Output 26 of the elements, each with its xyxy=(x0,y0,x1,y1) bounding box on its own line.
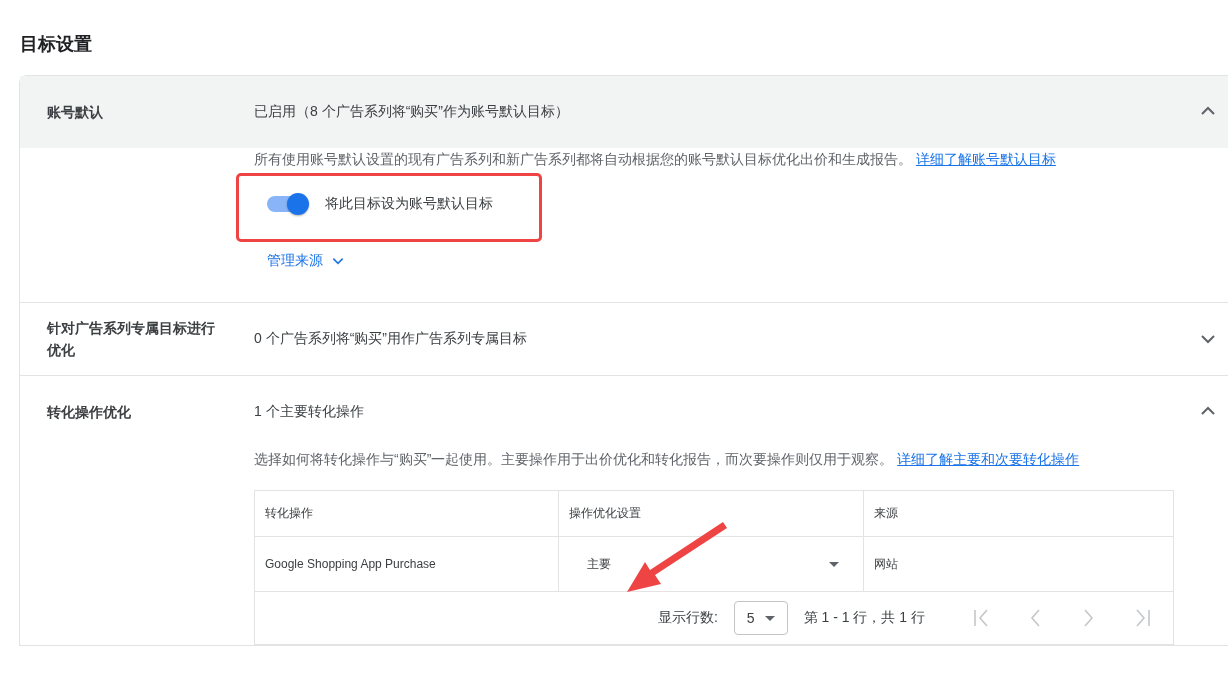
table-cell: 网站 xyxy=(864,537,1173,592)
page-range-text: 第 1 - 1 行，共 1 行 xyxy=(803,609,925,627)
toggle-label: 将此目标设为账号默认目标 xyxy=(325,195,493,213)
section-summary: 0 个广告系列将“购买”用作广告系列专属目标 xyxy=(254,330,528,348)
rows-per-page-label: 显示行数: xyxy=(657,609,718,627)
column-header: 转化操作 xyxy=(255,491,559,537)
toggle-switch[interactable] xyxy=(267,196,307,212)
description-text: 选择如何将转化操作与“购买”一起使用。主要操作用于出价优化和转化报告，而次要操作则仅用于观察。 详细了解主要和次要转化操作 xyxy=(254,450,1081,469)
section-header[interactable]: 针对广告系列专属目标进行优化 0 个广告系列将“购买”用作广告系列专属目标 xyxy=(20,303,1228,375)
description-text: 所有使用账号默认设置的现有广告系列和新广告系列都将自动根据您的账号默认目标优化出价和生成报告。 详细了解账号默认目标 xyxy=(254,150,1057,169)
rows-per-page-select[interactable]: 5 xyxy=(733,601,788,635)
caret-icon xyxy=(764,615,775,621)
section-label: 转化操作优化 xyxy=(47,403,132,422)
column-header: 来源 xyxy=(864,491,1173,537)
manage-sources-link[interactable]: 管理来源 xyxy=(267,252,345,270)
page-title: 目标设置 xyxy=(19,33,93,56)
section-summary: 已启用（8 个广告系列将“购买”作为账号默认目标） xyxy=(254,103,570,121)
section-header[interactable]: 账号默认 已启用（8 个广告系列将“购买”作为账号默认目标） xyxy=(20,76,1228,148)
caret-icon xyxy=(829,561,839,567)
table-cell: Google Shopping App Purchase xyxy=(255,537,559,592)
section-summary: 1 个主要转化操作 xyxy=(254,403,365,421)
section-header[interactable]: 转化操作优化 1 个主要转化操作 xyxy=(20,376,1228,448)
section-label: 账号默认 xyxy=(47,103,104,122)
learn-more-link[interactable]: 详细了解主要和次要转化操作 xyxy=(897,451,1080,467)
learn-more-link[interactable]: 详细了解账号默认目标 xyxy=(915,151,1056,167)
section-label: 针对广告系列专属目标进行优化 xyxy=(47,319,216,360)
